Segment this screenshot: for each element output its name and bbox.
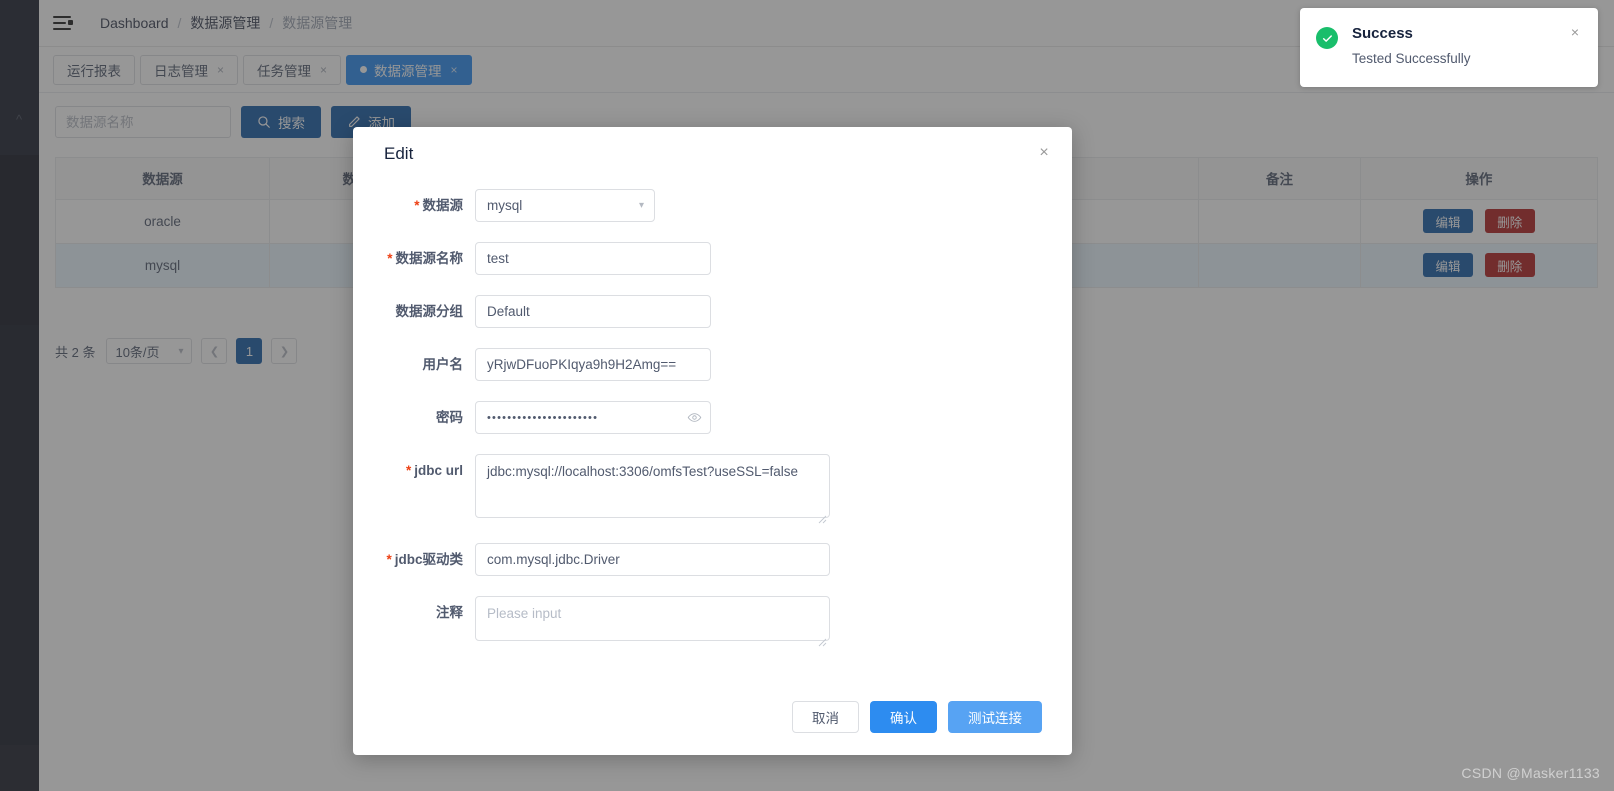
field-label-comment: 注释 [383, 596, 475, 629]
field-label-jdbc-url: * jdbc url [383, 454, 475, 487]
field-control [475, 242, 1042, 275]
field-row-datasource-group: 数据源分组 [383, 295, 1042, 328]
password-field[interactable]: •••••••••••••••••••••• [475, 401, 711, 434]
notification-title: Success [1352, 25, 1413, 42]
label-text: jdbc url [414, 463, 463, 478]
comment-textarea[interactable] [475, 596, 830, 641]
success-notification: Success Tested Successfully × [1300, 8, 1598, 87]
datasource-group-input[interactable] [475, 295, 711, 328]
field-row-comment: 注释 [383, 596, 1042, 647]
label-text: 密码 [436, 410, 463, 425]
field-row-datasource: *数据源 ▾ [383, 189, 1042, 222]
field-row-datasource-name: * 数据源名称 [383, 242, 1042, 275]
field-control [475, 454, 1042, 524]
field-row-jdbc-driver: * jdbc驱动类 [383, 543, 1042, 576]
jdbc-driver-input[interactable] [475, 543, 830, 576]
field-label-password: 密码 [383, 401, 475, 434]
datasource-select-value[interactable] [475, 189, 655, 222]
modal-body: *数据源 ▾ *数据源名称 数据源分组 [353, 189, 1072, 666]
required-mark: * [387, 251, 393, 266]
modal-footer: 取消 确认 测试连接 [353, 679, 1072, 755]
label-text: 数据源 [422, 198, 464, 213]
field-label-datasource: * 数据源 [383, 189, 475, 222]
field-row-password: 密码 •••••••••••••••••••••• [383, 401, 1042, 434]
jdbc-url-wrap [475, 454, 830, 524]
confirm-button[interactable]: 确认 [870, 701, 937, 733]
label-text: 用户名 [422, 357, 464, 372]
label-text: 数据源名称 [395, 251, 464, 266]
jdbc-url-textarea[interactable] [475, 454, 830, 518]
field-label-jdbc-driver: * jdbc驱动类 [383, 543, 475, 576]
field-label-datasource-group: 数据源分组 [383, 295, 475, 328]
modal-close-icon[interactable]: × [1034, 143, 1054, 163]
label-text: 数据源分组 [395, 304, 464, 319]
test-connection-button[interactable]: 测试连接 [948, 701, 1042, 733]
field-control [475, 543, 1042, 576]
comment-wrap [475, 596, 830, 647]
field-control [475, 348, 1042, 381]
field-control [475, 295, 1042, 328]
datasource-name-input[interactable] [475, 242, 711, 275]
field-row-jdbc-url: * jdbc url [383, 454, 1042, 524]
edit-datasource-modal: Edit × *数据源 ▾ *数据源名称 [353, 127, 1072, 755]
label-text: 注释 [436, 605, 463, 620]
field-control [475, 596, 1042, 647]
app-root: ^ Dashboard / 数据源管理 / 数据源管理 运行报表 [0, 0, 1614, 791]
label-text: jdbc驱动类 [394, 552, 463, 567]
required-mark: * [405, 463, 412, 478]
datasource-select[interactable]: ▾ [475, 189, 655, 222]
required-mark: * [386, 552, 392, 567]
required-mark: * [414, 198, 420, 213]
field-label-username: 用户名 [383, 348, 475, 381]
field-label-datasource-name: * 数据源名称 [383, 242, 475, 275]
notification-close-icon[interactable]: × [1567, 24, 1583, 40]
notification-description: Tested Successfully [1352, 51, 1471, 66]
eye-icon[interactable] [687, 410, 702, 430]
field-control: •••••••••••••••••••••• [475, 401, 1042, 434]
field-control: ▾ [475, 189, 1042, 222]
modal-title: Edit [384, 144, 414, 163]
password-masked-value: •••••••••••••••••••••• [475, 401, 711, 434]
username-input[interactable] [475, 348, 711, 381]
cancel-button[interactable]: 取消 [792, 701, 859, 733]
watermark: CSDN @Masker1133 [1461, 765, 1600, 781]
success-check-icon [1316, 27, 1338, 49]
field-row-username: 用户名 [383, 348, 1042, 381]
